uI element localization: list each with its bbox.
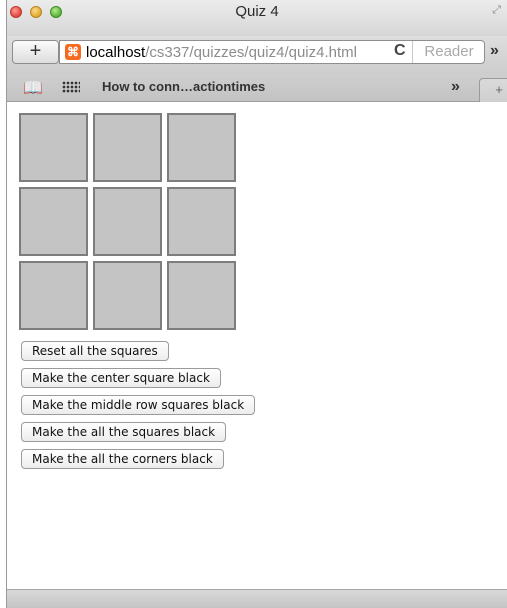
site-favicon-icon: ⌘: [65, 44, 81, 60]
all-black-button[interactable]: Make the all the squares black: [21, 422, 227, 442]
reader-button[interactable]: Reader: [412, 41, 485, 63]
square-top-center: [93, 113, 162, 182]
square-top-right: [167, 113, 236, 182]
reset-squares-button[interactable]: Reset all the squares: [21, 341, 169, 361]
title-bar: Quiz 4 ⤢: [7, 0, 507, 36]
top-sites-icon[interactable]: [62, 81, 80, 93]
fullscreen-icon[interactable]: ⤢: [492, 4, 501, 17]
url-host: localhost: [86, 44, 146, 61]
square-bottom-left: [19, 261, 88, 330]
square-bottom-center: [93, 261, 162, 330]
address-toolbar: + ⌘ localhost/cs337/quizzes/quiz4/quiz4.…: [7, 36, 507, 74]
square-bottom-right: [167, 261, 236, 330]
add-bookmark-button[interactable]: +: [12, 40, 59, 64]
new-tab-button[interactable]: +: [479, 78, 507, 102]
reload-icon[interactable]: C: [394, 42, 406, 60]
square-middle-left: [19, 187, 88, 256]
url-field[interactable]: localhost/cs337/quizzes/quiz4/quiz4.html: [86, 43, 386, 63]
square-top-left: [19, 113, 88, 182]
corners-black-button[interactable]: Make the all the corners black: [21, 449, 224, 469]
status-bar: [7, 589, 507, 608]
reading-list-icon[interactable]: 📖: [23, 78, 43, 98]
address-bar[interactable]: ⌘ localhost/cs337/quizzes/quiz4/quiz4.ht…: [59, 40, 485, 64]
browser-window: Quiz 4 ⤢ + ⌘ localhost/cs337/quizzes/qui…: [6, 0, 507, 608]
url-path: /cs337/quizzes/quiz4/quiz4.html: [145, 44, 357, 61]
square-middle-right: [167, 187, 236, 256]
center-black-button[interactable]: Make the center square black: [21, 368, 221, 388]
window-title: Quiz 4: [235, 3, 279, 20]
bookmarks-bar: 📖 How to conn…actiontimes » +: [7, 74, 507, 102]
page-content: Reset all the squares Make the center sq…: [7, 103, 507, 589]
toolbar-overflow-icon[interactable]: »: [490, 42, 499, 60]
bookmarks-overflow-icon[interactable]: »: [451, 78, 460, 96]
square-center: [93, 187, 162, 256]
bookmark-item[interactable]: How to conn…actiontimes: [102, 79, 265, 94]
middle-row-black-button[interactable]: Make the middle row squares black: [21, 395, 256, 415]
